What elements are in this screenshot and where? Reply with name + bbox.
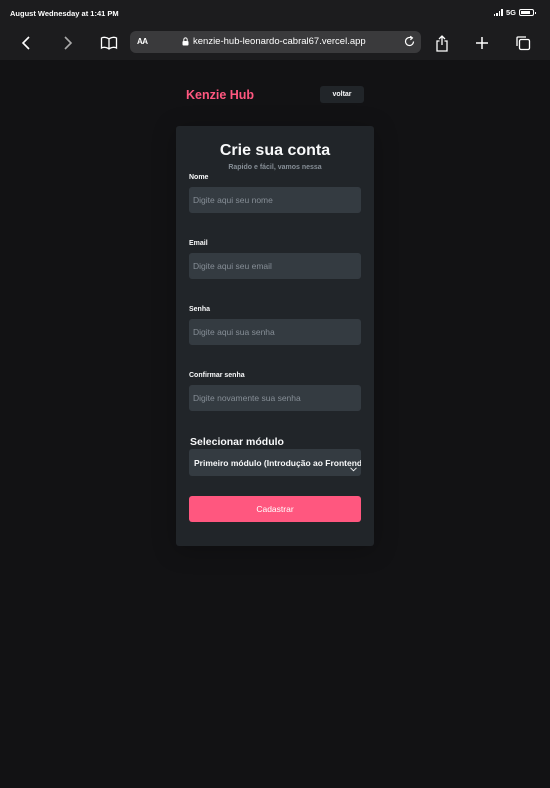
battery-icon	[519, 9, 536, 16]
name-label: Nome	[189, 174, 209, 181]
email-label: Email	[189, 240, 208, 247]
chevron-right-icon[interactable]	[57, 32, 79, 54]
book-icon[interactable]	[98, 32, 120, 54]
reload-icon[interactable]	[403, 35, 416, 51]
name-field[interactable]	[189, 187, 361, 213]
network-label: 5G	[505, 8, 516, 17]
register-form: Crie sua conta Rapido e fácil, vamos nes…	[176, 126, 374, 546]
logo: Kenzie Hub	[186, 88, 255, 102]
page-header: Kenzie Hub voltar	[186, 86, 366, 106]
form-title: Crie sua conta	[219, 142, 331, 159]
plus-icon[interactable]	[471, 32, 493, 54]
password-field[interactable]	[189, 319, 361, 345]
lock-icon	[182, 37, 189, 49]
module-select[interactable]: Primeiro módulo (Introdução ao Frontend)	[189, 449, 361, 476]
register-button[interactable]: Cadastrar	[189, 496, 361, 522]
status-time: August Wednesday at 1:41 PM	[10, 9, 119, 18]
chevron-down-icon	[350, 459, 357, 476]
confirm-password-label: Confirmar senha	[189, 372, 245, 379]
url-text: kenzie-hub-leonardo-cabral67.vercel.app	[193, 36, 366, 47]
share-icon[interactable]	[431, 32, 453, 54]
confirm-password-field[interactable]	[189, 385, 361, 411]
chevron-left-icon[interactable]	[16, 32, 38, 54]
text-size-button[interactable]: AA	[137, 37, 148, 46]
form-subtitle: Rapido e fácil, vamos nessa	[228, 164, 322, 171]
email-field[interactable]	[189, 253, 361, 279]
status-indicators: 5G	[493, 8, 536, 17]
module-label: Selecionar módulo	[190, 436, 284, 448]
tabs-icon[interactable]	[512, 32, 534, 54]
browser-toolbar: AA kenzie-hub-leonardo-cabral67.vercel.a…	[0, 26, 550, 60]
back-button[interactable]: voltar	[320, 86, 364, 103]
address-bar[interactable]: AA kenzie-hub-leonardo-cabral67.vercel.a…	[130, 31, 421, 53]
password-label: Senha	[189, 306, 211, 313]
signal-icon	[493, 9, 503, 16]
module-select-value: Primeiro módulo (Introdução ao Frontend)	[194, 457, 361, 468]
status-bar: August Wednesday at 1:41 PM 5G	[0, 0, 550, 26]
